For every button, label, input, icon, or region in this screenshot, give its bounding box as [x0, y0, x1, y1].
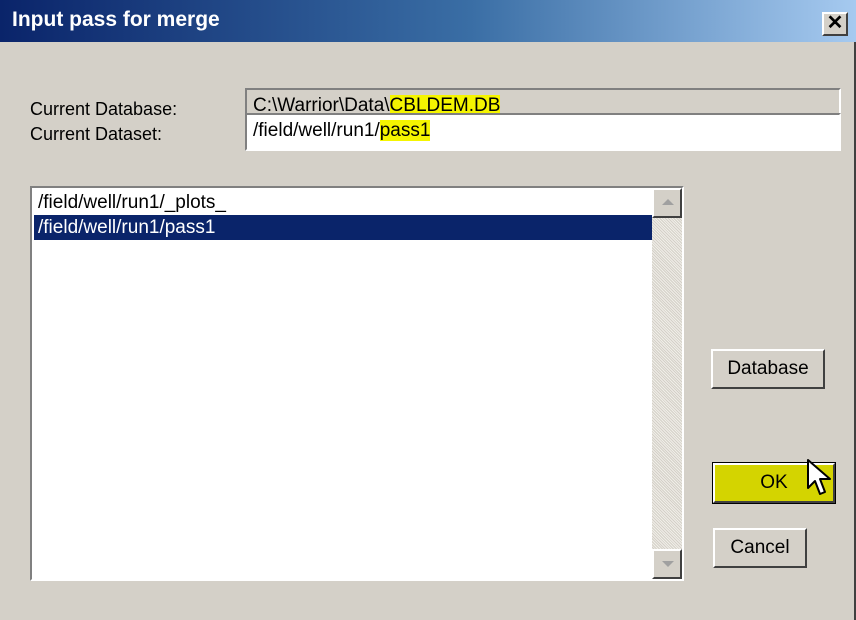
scroll-up-button[interactable] — [652, 188, 682, 218]
close-icon: ✕ — [826, 12, 844, 34]
dataset-pass-name: pass1 — [379, 120, 431, 141]
pass-list: /field/well/run1/_plots_ /field/well/run… — [34, 190, 652, 240]
arrow-up-icon — [662, 199, 674, 205]
pass-listbox[interactable]: /field/well/run1/_plots_ /field/well/run… — [30, 186, 684, 581]
current-dataset-label: Current Dataset: — [30, 124, 163, 144]
list-item[interactable]: /field/well/run1/_plots_ — [34, 190, 652, 215]
scroll-down-button[interactable] — [652, 549, 682, 579]
cancel-button[interactable]: Cancel — [713, 528, 807, 568]
database-button[interactable]: Database — [711, 349, 825, 389]
current-dataset-field[interactable]: /field/well/run1/pass1 — [245, 113, 841, 151]
list-item-selected[interactable]: /field/well/run1/pass1 — [34, 215, 652, 240]
dialog-title: Input pass for merge — [12, 8, 220, 31]
title-bar[interactable]: Input pass for merge ✕ — [0, 0, 856, 42]
dataset-path-prefix: /field/well/run1/ — [253, 120, 380, 141]
mouse-cursor-icon — [807, 459, 831, 495]
arrow-down-icon — [662, 561, 674, 567]
current-database-label: Current Database: — [30, 99, 178, 119]
merge-dialog: Input pass for merge ✕ Current Database:… — [0, 0, 856, 620]
vertical-scrollbar[interactable] — [652, 188, 682, 579]
close-button[interactable]: ✕ — [822, 12, 848, 36]
